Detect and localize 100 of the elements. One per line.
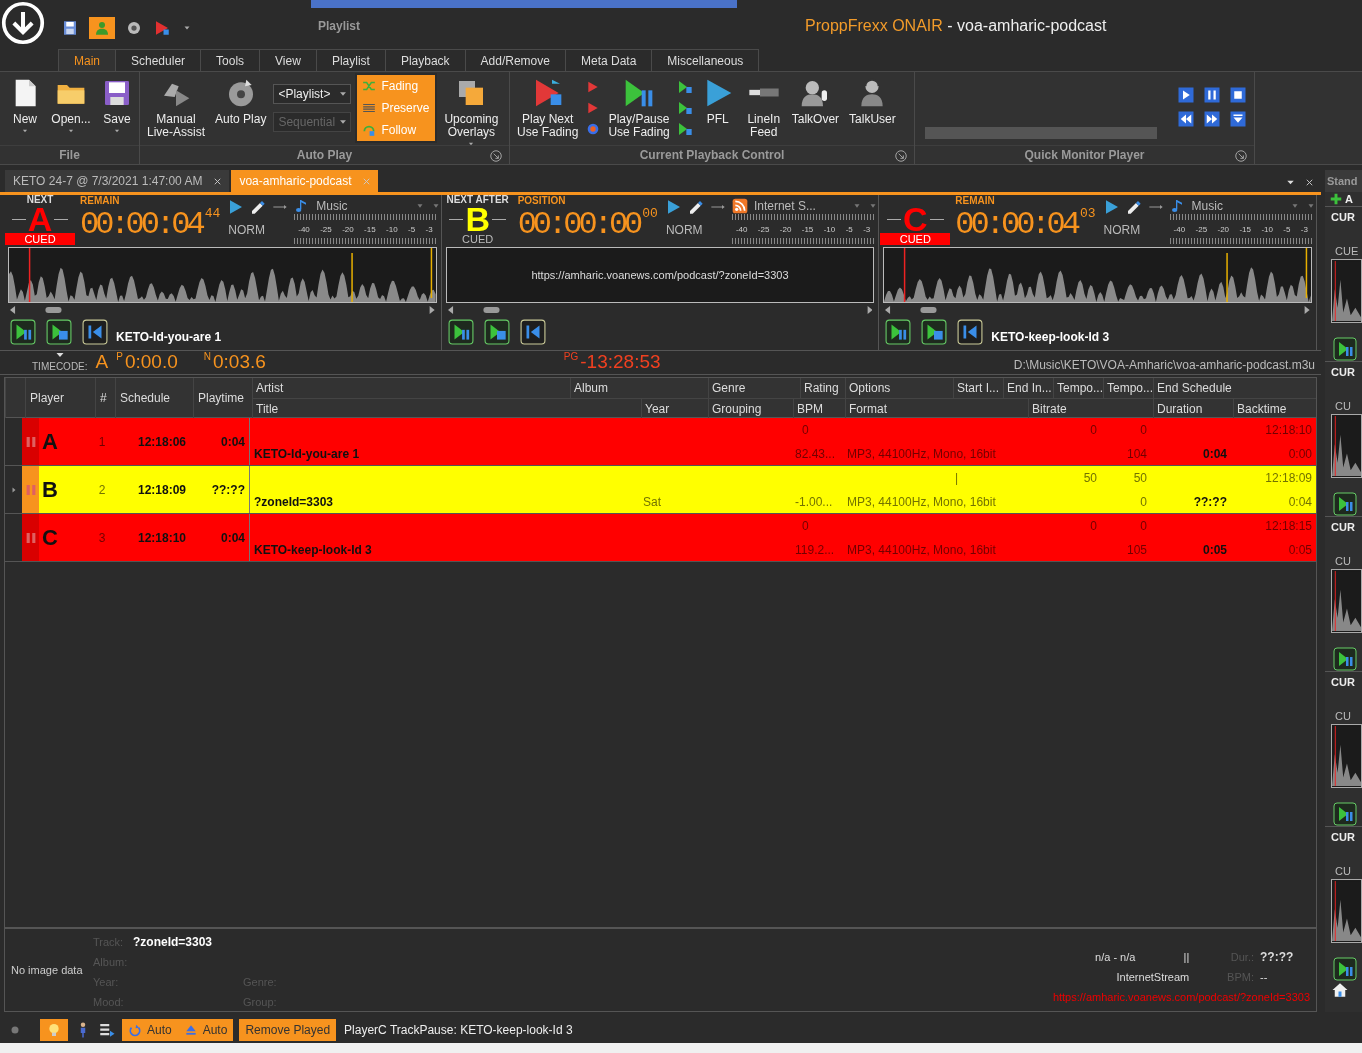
- artist-range: n/a - n/a: [1095, 951, 1136, 964]
- ribbon-button[interactable]: TalkUser: [846, 75, 899, 129]
- column-header[interactable]: Album: [570, 378, 708, 399]
- table-cell-text: 0: [1139, 518, 1148, 536]
- time-display: 00:00:04: [80, 206, 202, 245]
- ribbon-button[interactable]: Manual Live-Assist: [144, 75, 208, 142]
- source-type: InternetStream: [1116, 971, 1190, 984]
- meter-scale-label: -10: [1261, 224, 1273, 234]
- cue-label: CU: [1335, 555, 1352, 568]
- document-tab[interactable]: KETO 24-7 @ 7/3/2021 1:47:00 AM: [5, 170, 230, 193]
- ribbon-button[interactable]: New: [4, 75, 46, 139]
- ribbon-button[interactable]: LineIn Feed: [742, 75, 785, 142]
- player-letter: B: [465, 204, 490, 235]
- column-header[interactable]: Start I...: [953, 378, 1003, 399]
- time-label: REMAIN: [955, 195, 996, 207]
- ribbon-button[interactable]: Open...: [50, 75, 92, 139]
- table-cell-text: 0:04: [219, 434, 246, 449]
- no-image-label: No image data: [10, 963, 84, 979]
- time-label: REMAIN: [80, 195, 121, 207]
- column-header[interactable]: Options: [845, 378, 953, 399]
- cue-label: CU: [1335, 400, 1352, 413]
- ribbon-button[interactable]: TalkOver: [788, 75, 843, 129]
- ribbon-button[interactable]: Play/Pause Use Fading: [605, 75, 673, 142]
- table-cell-text: 104: [1125, 446, 1148, 464]
- meter-scale-label: -5: [845, 224, 853, 234]
- table-cell-text: B: [41, 476, 59, 503]
- table-cell-text: 0:04: [1287, 494, 1313, 512]
- meter-scale-label: -25: [1195, 224, 1208, 234]
- slot-label: CUR: [1331, 521, 1356, 534]
- cue-label: CU: [1335, 865, 1352, 878]
- meter-scale-label: -25: [320, 224, 332, 234]
- remove-played-button[interactable]: Remove Played: [239, 1018, 337, 1041]
- table-cell-text: 1: [97, 434, 107, 449]
- cued-label: CUED: [5, 233, 75, 246]
- track-title: KETO-keep-look-Id 3: [991, 330, 1110, 345]
- column-header[interactable]: End Schedule: [1153, 378, 1316, 399]
- table-cell-text: 12:18:09: [1264, 470, 1313, 488]
- player-letter: A: [27, 204, 53, 235]
- time-display: 00:00:04: [955, 206, 1077, 245]
- window-title: ProppFrexx ONAIR - voa-amharic-podcast: [805, 17, 1107, 35]
- mode-label: NORM: [665, 223, 704, 238]
- column-header[interactable]: End In...: [1003, 378, 1053, 399]
- mode-label: NORM: [228, 223, 266, 238]
- table-cell-text: KETO-keep-look-Id 3: [253, 542, 373, 560]
- ribbon-button[interactable]: Auto Play: [212, 75, 270, 129]
- table-cell-text: 3: [97, 530, 107, 545]
- playlist-row[interactable]: C 3 12:18:10 0:04 0 0 0 12:18:15 KETO-keep-look-Id 3 119.2... MP3, 44100Hz, Mono, 16bit 105 0:05 0:05: [22, 514, 1316, 562]
- column-header[interactable]: Tempo...: [1053, 378, 1103, 399]
- slot-label: CUR: [1331, 211, 1356, 224]
- ribbon-button[interactable]: Save: [96, 75, 138, 139]
- playlist-row[interactable]: B 2 12:18:09 ??:?? | 50 50 12:18:09 ?zoneId=3303 Sat -1.00... MP3, 44100Hz, Mono, 16bit 0 ??:?? 0:04: [22, 466, 1316, 514]
- auto-button[interactable]: Auto: [177, 1018, 234, 1041]
- context-tab-header: Playlist: [311, 0, 737, 33]
- group-label: Current Playback Control: [639, 148, 785, 163]
- timecode-label: TIMECODE:: [32, 361, 88, 373]
- table-cell-text: KETO-Id-you-are 1: [253, 446, 361, 464]
- meter-scale-label: -20: [779, 224, 792, 234]
- table-cell-text: 0:04: [219, 530, 246, 545]
- table-cell-text: 0: [1089, 518, 1098, 536]
- ribbon-button[interactable]: Upcoming Overlays: [441, 75, 502, 152]
- stream-url: https://amharic.voanews.com/podcast/?zoneId=3303: [531, 269, 789, 282]
- ribbon-button[interactable]: Play Next Use Fading: [514, 75, 582, 142]
- meter-scale-label: -5: [408, 224, 416, 234]
- table-cell-text: 0: [801, 422, 810, 440]
- add-button[interactable]: A: [1325, 192, 1362, 207]
- playlist-row[interactable]: A 1 12:18:06 0:04 0 0 0 12:18:10 KETO-Id-you-are 1 82.43... MP3, 44100Hz, Mono, 16bit 104 0:04 0:00: [22, 418, 1316, 466]
- track-title: KETO-Id-you-are 1: [116, 330, 222, 345]
- player-caption: NEXT AFTER: [446, 195, 509, 206]
- table-cell-text: ?zoneId=3303: [253, 494, 335, 512]
- table-cell-text: C: [41, 524, 59, 551]
- source-label: Music: [1191, 199, 1223, 214]
- table-cell-text: A: [41, 428, 59, 455]
- table-cell-text: 0: [801, 518, 810, 536]
- ribbon-tab[interactable]: Miscellaneous: [651, 49, 760, 72]
- ribbon-tab[interactable]: Main: [58, 49, 116, 72]
- player-caption: NEXT: [26, 195, 54, 206]
- column-header[interactable]: Genre: [708, 378, 800, 399]
- auto-button[interactable]: Auto: [122, 1018, 178, 1041]
- column-header[interactable]: Artist: [252, 378, 570, 399]
- slot-label: CUR: [1331, 366, 1356, 379]
- mode-label: NORM: [1103, 223, 1142, 238]
- meter-scale-label: -15: [801, 224, 814, 234]
- field-value: ?zoneId=3303: [133, 935, 214, 950]
- ribbon-button[interactable]: PFL: [696, 75, 739, 129]
- table-cell-text: 12:18:15: [1264, 518, 1313, 536]
- column-header[interactable]: Rating: [800, 378, 845, 399]
- group-label: File: [59, 148, 80, 163]
- table-cell-text: -1.00...: [794, 494, 834, 512]
- status-message: PlayerC TrackPause: KETO-keep-look-Id 3: [344, 1022, 573, 1037]
- meter-scale-label: -3: [863, 224, 871, 234]
- column-header[interactable]: Tempo...: [1103, 378, 1153, 399]
- combo-box[interactable]: <Playlist>: [273, 84, 352, 105]
- player-letter: C: [903, 204, 928, 235]
- group-label: Auto Play: [296, 148, 353, 163]
- position-time: $^{P}$0:00.0: [116, 350, 178, 373]
- table-cell-text: 0: [1089, 422, 1098, 440]
- source-label: Internet S...: [753, 199, 816, 214]
- table-cell-text: 50: [1132, 470, 1148, 488]
- player-letter: A: [95, 352, 109, 373]
- program-time: $^{PG}$-13:28:53: [563, 350, 661, 373]
